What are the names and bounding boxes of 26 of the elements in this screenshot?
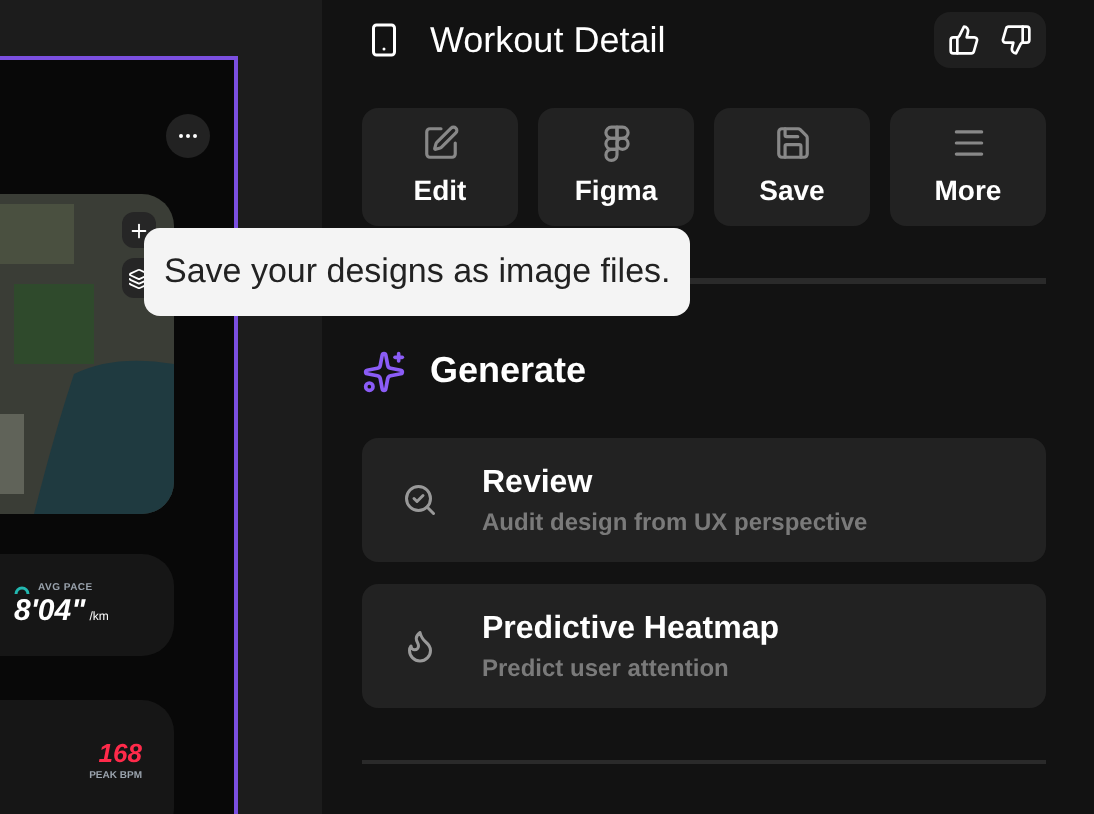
save-icon [773,123,811,161]
flame-icon [402,628,438,664]
tool-card[interactable]: Review Audit design from UX perspective [362,438,1046,562]
action-button[interactable]: Save [714,108,870,226]
edit-icon [421,123,459,161]
tool-card[interactable]: Predictive Heatmap Predict user attention [362,584,1046,708]
tool-title: Review [482,463,595,503]
window-title: Workout Detail [430,17,666,63]
thumbs-down-icon[interactable] [1000,24,1032,56]
sparkle-icon [362,349,406,393]
action-button[interactable]: Figma [538,108,694,226]
gauge-icon [14,582,30,596]
magnifier-icon [402,482,438,518]
thumbs-up-icon[interactable] [948,24,980,56]
section-title: Generate [430,348,587,394]
tool-subtitle: Predict user attention [482,653,731,683]
tool-subtitle: Audit design from UX perspective [482,507,868,537]
tool-title: Predictive Heatmap [482,609,780,649]
action-button[interactable]: More [890,108,1046,226]
more-button[interactable] [166,114,210,158]
phone-icon [366,22,402,58]
tooltip: Save your designs as image files. [144,228,691,316]
stat-value: 168 [98,740,142,766]
stat-value: 8'04" [14,596,86,627]
plus-icon [128,219,150,241]
action-button[interactable]: Edit [362,108,518,226]
